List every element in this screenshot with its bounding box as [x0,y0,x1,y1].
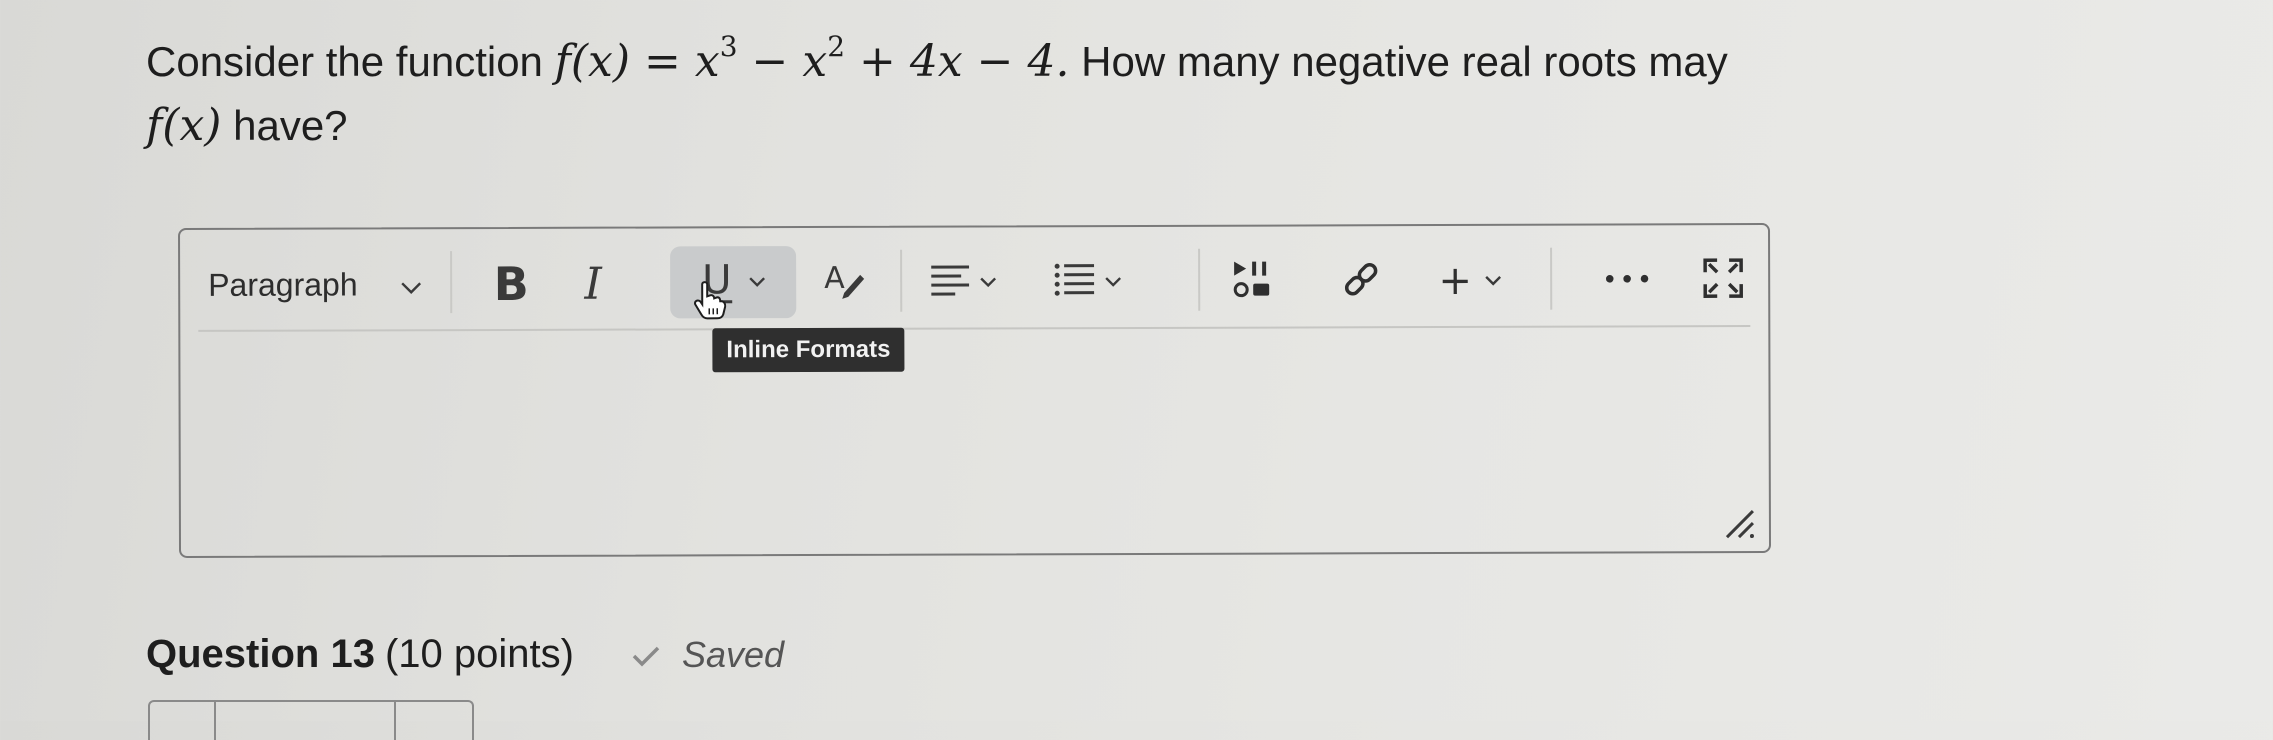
fullscreen-icon [1703,258,1743,302]
text-color-icon: A [822,261,870,305]
saved-status: Saved [632,634,784,676]
question-title: Question 13 [146,632,375,677]
chevron-down-icon [1484,271,1502,290]
inline-formats-tooltip: Inline Formats [712,328,904,373]
toolbar-divider [450,251,452,313]
editor-toolbar: Paragraph B I U A [180,225,1768,328]
hand-pointer-icon [692,280,726,324]
bulleted-list-icon [1054,262,1094,302]
paragraph-format-label: Paragraph [208,266,358,303]
function-name: f(x) [146,100,221,151]
check-icon [632,634,660,676]
chevron-down-icon [400,266,422,303]
list-button[interactable] [1040,249,1136,315]
inline-formats-button[interactable]: U [670,246,796,318]
function-expression: f(x) = x3 − x2 + 4x − 4. [555,36,1070,87]
toolbar-divider [1198,249,1200,311]
paragraph-format-select[interactable]: Paragraph [200,249,430,320]
question-points: (10 points) [385,632,574,677]
question-prefix: Consider the function [146,38,555,85]
question-suffix: have? [221,102,347,149]
bold-button[interactable]: B [478,251,544,317]
alignment-button[interactable] [916,249,1012,315]
insert-stuff-button[interactable]: + [1420,248,1520,314]
saved-label: Saved [682,634,784,676]
answer-cell [216,702,396,740]
answer-cell [150,702,216,740]
link-icon [1341,259,1381,303]
chevron-down-icon [1104,273,1122,292]
rich-text-editor[interactable]: Paragraph B I U A [178,223,1771,558]
insert-link-button[interactable] [1328,248,1394,314]
more-actions-button[interactable]: ••• [1588,247,1668,313]
resize-handle-icon[interactable] [1723,507,1757,541]
chevron-down-icon [748,273,766,292]
plus-icon: + [1438,258,1472,304]
question-text: Consider the function f(x) = x3 − x2 + 4… [146,30,1746,158]
toolbar-divider [900,250,902,312]
text-color-button[interactable]: A [810,250,882,316]
next-question-answer-area[interactable] [148,700,474,740]
chevron-down-icon [979,273,997,292]
question-middle: How many negative real roots may [1069,38,1727,85]
italic-button[interactable]: I [560,251,626,317]
next-question-header: Question 13 (10 points) Saved [146,632,784,677]
fullscreen-button[interactable] [1690,247,1756,313]
media-icon [1232,260,1274,304]
insert-media-button[interactable] [1220,249,1286,315]
toolbar-divider [1550,248,1552,310]
align-left-icon [931,264,969,302]
